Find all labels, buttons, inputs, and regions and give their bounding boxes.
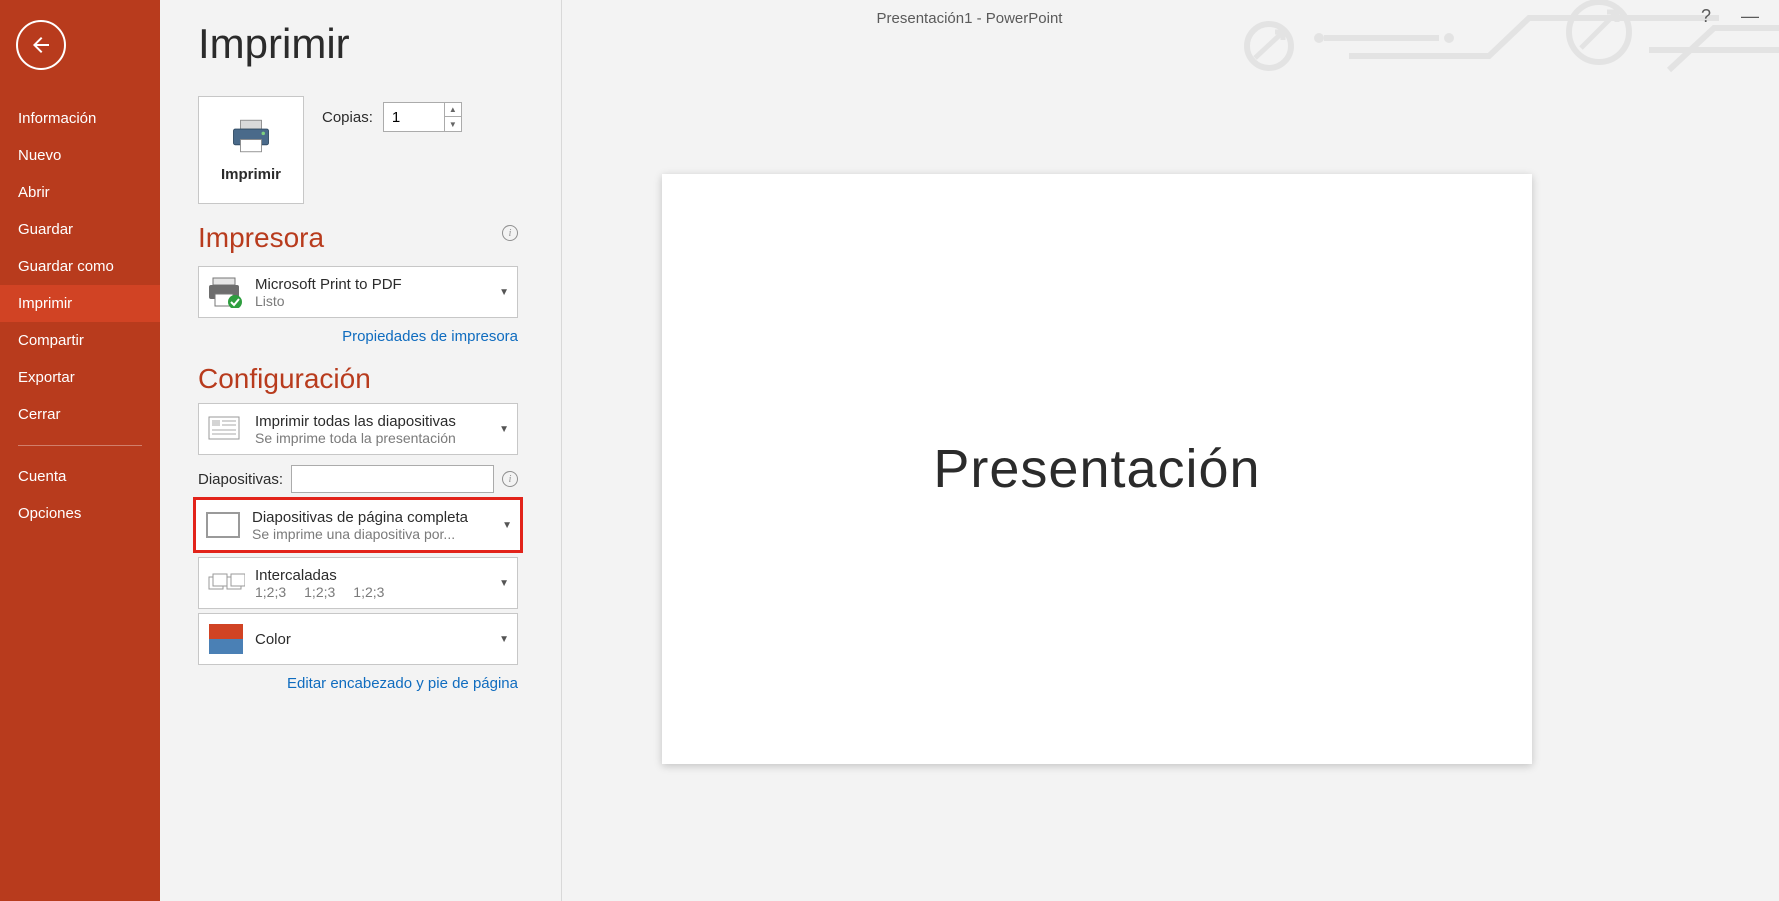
print-button-label: Imprimir <box>221 166 281 183</box>
color-title: Color <box>255 631 489 648</box>
printer-ready-icon <box>207 273 245 311</box>
print-panel: Imprimir Imprimir Copias: <box>160 0 562 901</box>
print-button[interactable]: Imprimir <box>198 96 304 204</box>
sidebar-separator <box>18 445 142 446</box>
slides-label: Diapositivas: <box>198 471 283 488</box>
copies-label: Copias: <box>322 109 373 126</box>
layout-sub: Se imprime una diapositiva por... <box>252 526 492 542</box>
printer-dropdown[interactable]: Microsoft Print to PDF Listo ▼ <box>198 266 518 318</box>
printer-heading: Impresora <box>198 222 324 254</box>
full-page-slide-icon <box>204 506 242 544</box>
layout-dropdown[interactable]: Diapositivas de página completa Se impri… <box>193 497 523 553</box>
collate-sub: 1;2;31;2;31;2;3 <box>255 584 489 600</box>
chevron-down-icon: ▼ <box>499 578 509 589</box>
print-range-title: Imprimir todas las diapositivas <box>255 413 489 430</box>
header-footer-link[interactable]: Editar encabezado y pie de página <box>198 675 518 692</box>
chevron-down-icon: ▼ <box>502 520 512 531</box>
print-range-sub: Se imprime toda la presentación <box>255 430 489 446</box>
copies-spinner[interactable]: ▲ ▼ <box>383 102 462 132</box>
printer-icon <box>230 118 272 154</box>
color-icon <box>207 620 245 658</box>
copies-input[interactable] <box>384 103 444 131</box>
print-range-dropdown[interactable]: Imprimir todas las diapositivas Se impri… <box>198 403 518 455</box>
printer-properties-link[interactable]: Propiedades de impresora <box>198 328 518 345</box>
sidebar-item-info[interactable]: Información <box>0 100 160 137</box>
printer-status: Listo <box>255 293 489 309</box>
back-button[interactable] <box>16 20 66 70</box>
slides-input[interactable] <box>291 465 494 493</box>
layout-title: Diapositivas de página completa <box>252 509 492 526</box>
sidebar-item-print[interactable]: Imprimir <box>0 285 160 322</box>
color-dropdown[interactable]: Color ▼ <box>198 613 518 665</box>
config-heading: Configuración <box>198 363 561 395</box>
collate-title: Intercaladas <box>255 567 489 584</box>
info-icon[interactable]: i <box>502 225 518 241</box>
printer-name: Microsoft Print to PDF <box>255 276 489 293</box>
sidebar-item-new[interactable]: Nuevo <box>0 137 160 174</box>
sidebar-item-open[interactable]: Abrir <box>0 174 160 211</box>
print-preview: Presentación <box>562 0 1779 901</box>
sidebar-item-options[interactable]: Opciones <box>0 495 160 532</box>
chevron-down-icon: ▼ <box>499 634 509 645</box>
slides-all-icon <box>207 410 245 448</box>
sidebar-item-account[interactable]: Cuenta <box>0 458 160 495</box>
slide-title-text: Presentación <box>933 438 1260 500</box>
collated-icon <box>207 564 245 602</box>
sidebar-item-close[interactable]: Cerrar <box>0 396 160 433</box>
slide-preview: Presentación <box>662 174 1532 764</box>
info-icon[interactable]: i <box>502 471 518 487</box>
copies-up[interactable]: ▲ <box>445 103 461 117</box>
copies-down[interactable]: ▼ <box>445 117 461 131</box>
chevron-down-icon: ▼ <box>499 287 509 298</box>
page-title: Imprimir <box>198 20 561 68</box>
sidebar-item-export[interactable]: Exportar <box>0 359 160 396</box>
chevron-down-icon: ▼ <box>499 424 509 435</box>
sidebar-item-saveas[interactable]: Guardar como <box>0 248 160 285</box>
sidebar-item-save[interactable]: Guardar <box>0 211 160 248</box>
arrow-left-icon <box>29 33 53 57</box>
backstage-sidebar: Información Nuevo Abrir Guardar Guardar … <box>0 0 160 901</box>
sidebar-item-share[interactable]: Compartir <box>0 322 160 359</box>
collate-dropdown[interactable]: Intercaladas 1;2;31;2;31;2;3 ▼ <box>198 557 518 609</box>
